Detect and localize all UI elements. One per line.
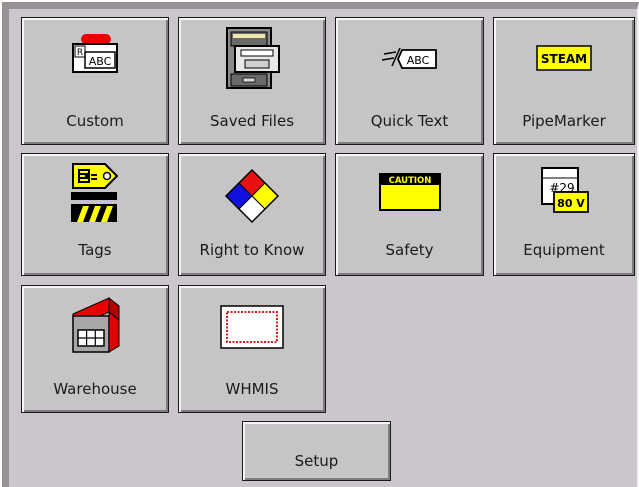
caution-sign-icon: CAUTION	[378, 172, 442, 212]
custom-label: Custom	[66, 112, 124, 130]
label-abc-icon: R ABC	[67, 32, 123, 74]
quick-text-icon: ABC	[380, 44, 440, 72]
tag-icon	[69, 162, 121, 224]
saved-files-label: Saved Files	[209, 112, 295, 130]
safety-button[interactable]: CAUTION Safety	[335, 153, 484, 276]
tags-label: Tags	[78, 241, 112, 259]
file-cabinet-icon	[221, 26, 283, 90]
quick-text-label: Quick Text	[370, 112, 449, 130]
quick-text-button[interactable]: ABC Quick Text	[335, 17, 484, 145]
equipment-label: Equipment	[523, 241, 605, 259]
whmis-label: WHMIS	[225, 380, 279, 398]
warehouse-button[interactable]: Warehouse	[21, 285, 169, 413]
right-to-know-label: Right to Know	[199, 241, 305, 259]
custom-button[interactable]: R ABC Custom	[21, 17, 169, 145]
svg-text:ABC: ABC	[89, 55, 112, 68]
saved-files-button[interactable]: Saved Files	[178, 17, 326, 145]
svg-text:ABC: ABC	[406, 54, 429, 67]
pipemarker-button[interactable]: STEAM PipeMarker	[493, 17, 635, 145]
steam-pipe-marker-icon: STEAM	[535, 44, 593, 72]
setup-button[interactable]: Setup	[242, 421, 391, 481]
warehouse-icon	[65, 294, 125, 356]
pipemarker-label: PipeMarker	[522, 112, 606, 130]
svg-text:CAUTION: CAUTION	[388, 176, 431, 186]
warehouse-label: Warehouse	[53, 380, 137, 398]
main-panel: R ABC Custom Saved Files ABC Quick Text …	[2, 2, 639, 487]
setup-label: Setup	[294, 452, 339, 470]
equipment-label-icon: #29 80 V	[538, 166, 590, 216]
nfpa-diamond-icon	[224, 168, 280, 224]
svg-text:80 V: 80 V	[557, 197, 585, 210]
whmis-border-icon	[219, 304, 285, 350]
equipment-button[interactable]: #29 80 V Equipment	[493, 153, 635, 276]
whmis-button[interactable]: WHMIS	[178, 285, 326, 413]
safety-label: Safety	[385, 241, 434, 259]
svg-text:STEAM: STEAM	[541, 52, 587, 66]
tags-button[interactable]: Tags	[21, 153, 169, 276]
svg-text:R: R	[77, 48, 83, 58]
right-to-know-button[interactable]: Right to Know	[178, 153, 326, 276]
